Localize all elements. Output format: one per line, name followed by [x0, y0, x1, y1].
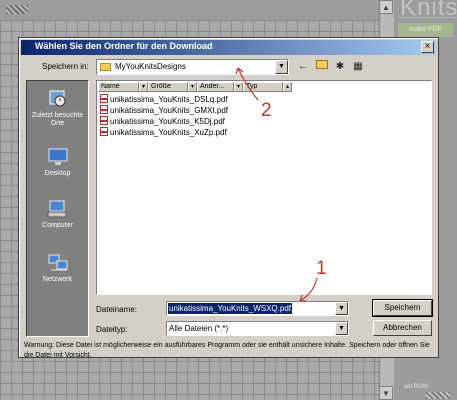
scroll-up-icon[interactable]: ▲: [379, 0, 393, 14]
list-item[interactable]: unikatissima_YouKnits_K5Dj.pdf: [100, 116, 225, 127]
make-pdf-button[interactable]: make PDF: [398, 23, 453, 37]
filename-label: Dateiname:: [96, 305, 137, 314]
pdf-file-icon: [100, 127, 108, 136]
view-menu-icon[interactable]: ▦: [350, 60, 366, 73]
filetype-value: Alle Dateien (*.*): [169, 324, 229, 333]
folder-icon: [100, 63, 111, 71]
filetype-select[interactable]: Alle Dateien (*.*) ▼: [166, 321, 349, 336]
recent-places-icon: [49, 90, 65, 107]
sort-up-icon[interactable]: ▴: [283, 82, 292, 92]
place-computer-label: Computer: [42, 222, 73, 229]
save-in-select[interactable]: MyYouKnitsDesigns ▼: [96, 59, 289, 75]
close-icon[interactable]: ×: [421, 41, 434, 53]
file-name: unikatissima_YouKnits_XuZp.pdf: [110, 128, 227, 137]
place-network[interactable]: Netzwerk: [27, 253, 88, 284]
desktop-icon: [48, 148, 67, 165]
pdf-file-icon: [100, 116, 108, 125]
filename-value: unikatissima_YouKnits_WSXQ.pdf: [168, 303, 292, 314]
warning-text: Warnung: Diese Datei ist möglicherweise …: [24, 342, 430, 359]
network-icon: [48, 254, 67, 271]
save-in-value: MyYouKnitsDesigns: [115, 62, 186, 71]
brand-divider: [398, 17, 457, 18]
save-in-label: Speichern in:: [42, 62, 89, 71]
place-network-label: Netzwerk: [42, 276, 73, 283]
sort-chevron-icon[interactable]: ▾: [188, 82, 197, 92]
set-row-label: set ROW: [404, 384, 429, 390]
place-recent-label: Zuletzt besuchte Orte: [31, 112, 84, 127]
column-header-size[interactable]: Größe: [148, 82, 188, 92]
column-header-type[interactable]: Typ: [243, 82, 283, 92]
file-name: unikatissima_YouKnits_K5Dj.pdf: [110, 117, 225, 126]
new-folder-icon[interactable]: ✱: [333, 60, 347, 73]
list-item[interactable]: unikatissima_YouKnits_GMXI.pdf: [100, 105, 228, 116]
pattern-swatch-bottom-icon: [426, 392, 450, 399]
column-header-modified[interactable]: Änder...: [197, 82, 234, 92]
sort-chevron-icon[interactable]: ▾: [234, 82, 243, 92]
pdf-file-icon: [100, 105, 108, 114]
list-item[interactable]: unikatissima_YouKnits_XuZp.pdf: [100, 127, 227, 138]
cancel-button[interactable]: Abbrechen: [373, 320, 432, 336]
place-desktop-label: Desktop: [44, 170, 71, 177]
place-computer[interactable]: Computer: [27, 199, 88, 230]
file-name: unikatissima_YouKnits_DSLq.pdf: [110, 95, 228, 104]
sort-chevron-icon[interactable]: ▾: [139, 82, 148, 92]
chevron-down-icon[interactable]: ▼: [275, 60, 288, 74]
up-folder-glyph: [316, 60, 328, 69]
background-toolbar: [0, 0, 398, 20]
save-dialog: Wählen Sie den Ordner für den Download ×…: [18, 37, 439, 359]
pattern-swatch-icon: [6, 5, 28, 14]
list-item[interactable]: unikatissima_YouKnits_DSLq.pdf: [100, 94, 228, 105]
chevron-down-icon[interactable]: ▼: [335, 322, 348, 335]
filename-input[interactable]: unikatissima_YouKnits_WSXQ.pdf ▼: [166, 301, 349, 316]
place-recent[interactable]: Zuletzt besuchte Orte: [27, 89, 88, 128]
filetype-label: Dateityp:: [96, 325, 128, 334]
place-desktop[interactable]: Desktop: [27, 147, 88, 178]
pdf-file-icon: [100, 94, 108, 103]
brand-logo: Knits: [400, 0, 457, 21]
back-arrow-icon[interactable]: ←: [297, 60, 309, 73]
dialog-title: Wählen Sie den Ordner für den Download: [35, 41, 213, 51]
places-bar: Zuletzt besuchte Orte Desktop Computer N…: [26, 80, 89, 337]
save-button[interactable]: Speichern: [372, 299, 433, 317]
annotation-marker-1: 1: [316, 258, 327, 279]
chevron-down-icon[interactable]: ▼: [335, 302, 348, 315]
scroll-down-icon[interactable]: ▼: [379, 386, 393, 400]
up-folder-icon[interactable]: [315, 60, 329, 73]
annotation-marker-2: 2: [261, 100, 272, 121]
dialog-titlebar[interactable]: Wählen Sie den Ordner für den Download ×: [21, 40, 436, 55]
file-name: unikatissima_YouKnits_GMXI.pdf: [110, 106, 228, 115]
computer-icon: [47, 200, 66, 218]
column-header-name[interactable]: Name: [98, 82, 139, 92]
